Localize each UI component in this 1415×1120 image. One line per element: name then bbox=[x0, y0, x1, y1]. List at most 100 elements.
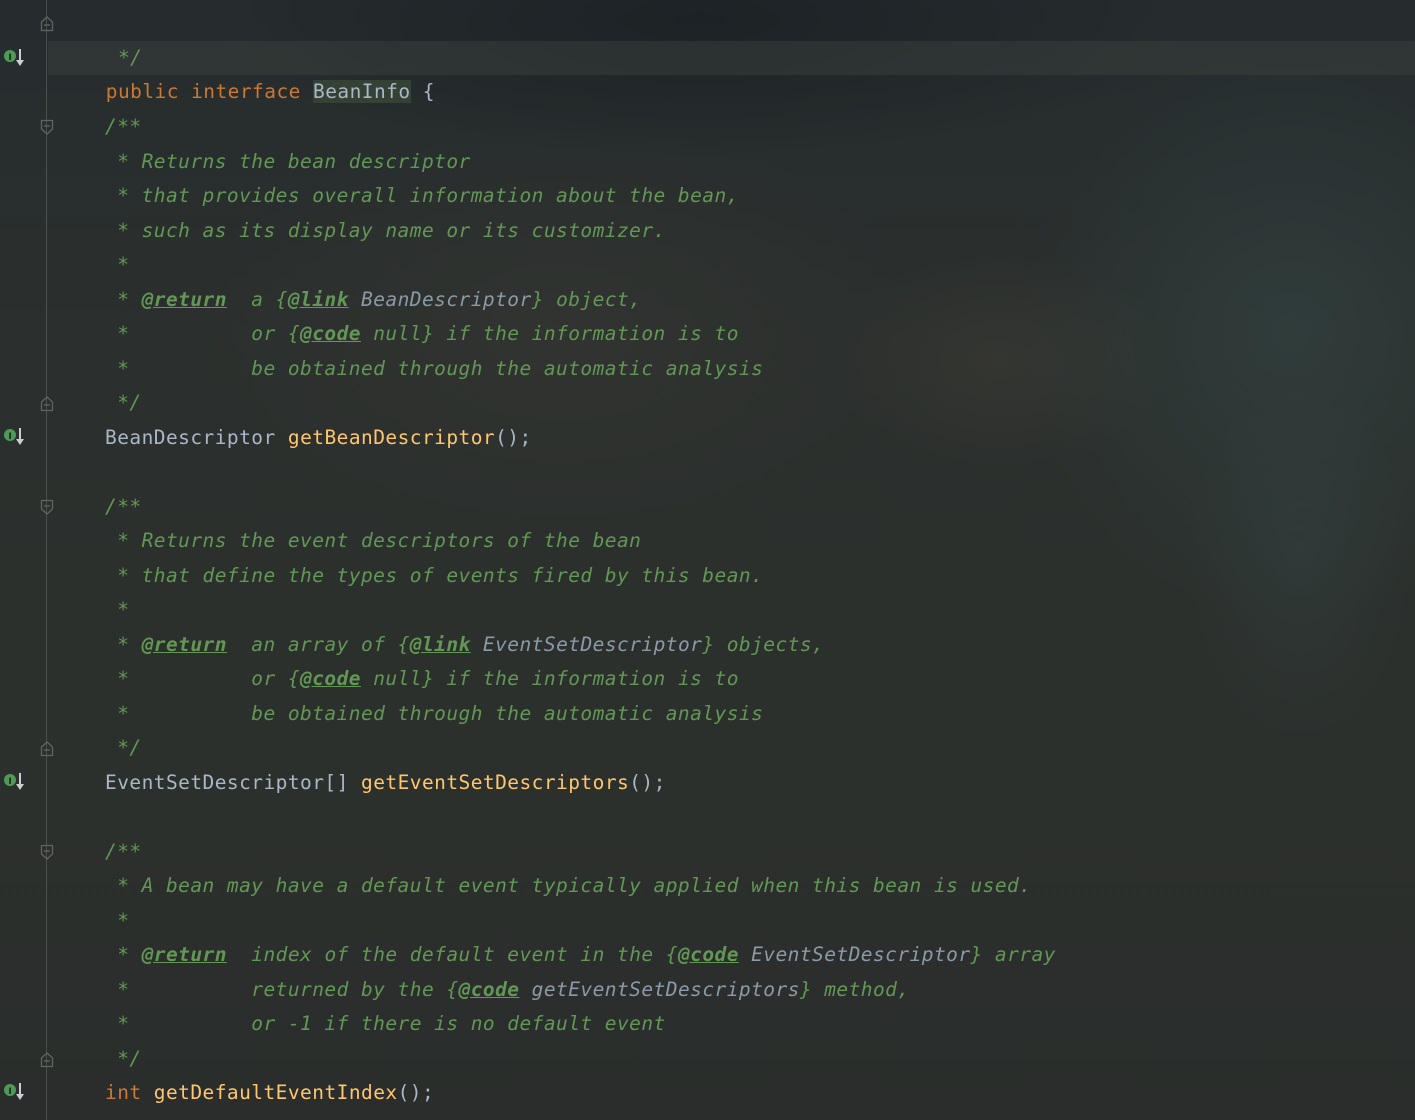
fold-end-icon[interactable] bbox=[40, 1050, 54, 1068]
doc-comment-line: /** bbox=[105, 490, 142, 524]
keyword-interface: interface bbox=[191, 80, 301, 103]
comment-text: * Returns the bean descriptor bbox=[105, 150, 471, 173]
javadoc-return-tag: @return bbox=[141, 288, 227, 311]
doc-comment-line: */ bbox=[105, 386, 142, 420]
comment-text: * bbox=[105, 633, 142, 656]
javadoc-code-tag: @code bbox=[300, 322, 361, 345]
doc-comment-line: * that provides overall information abou… bbox=[105, 179, 739, 213]
fold-end-icon[interactable] bbox=[40, 394, 54, 412]
interface-name[interactable]: BeanInfo bbox=[313, 80, 411, 103]
comment-text: index of the default event in the { bbox=[226, 943, 678, 966]
javadoc-link-tag: @link bbox=[409, 633, 471, 656]
javadoc-code-tag: @code bbox=[458, 978, 520, 1001]
doc-comment-line: * @return a {@link BeanDescriptor} objec… bbox=[105, 283, 641, 317]
javadoc-reference: EventSetDescriptor bbox=[470, 633, 703, 656]
doc-comment-line: * A bean may have a default event typica… bbox=[105, 869, 1031, 903]
return-type[interactable]: EventSetDescriptor[] bbox=[105, 771, 349, 794]
doc-comment-line: * be obtained through the automatic anal… bbox=[105, 697, 763, 731]
svg-text:I: I bbox=[8, 1087, 11, 1097]
comment-text: an array of { bbox=[226, 633, 410, 656]
keyword-public: public bbox=[105, 80, 179, 103]
implemented-method-icon[interactable]: I bbox=[2, 426, 26, 448]
implemented-method-icon[interactable]: I bbox=[2, 771, 26, 793]
comment-text: * bbox=[105, 598, 130, 621]
doc-comment-line: * such as its display name or its custom… bbox=[105, 214, 666, 248]
method-tail: (); bbox=[629, 771, 666, 794]
open-brace: { bbox=[422, 80, 435, 103]
method-declaration: EventSetDescriptor[] getEventSetDescript… bbox=[105, 766, 666, 800]
doc-comment-line: /** bbox=[105, 110, 142, 144]
comment-text: * returned by the { bbox=[105, 978, 459, 1001]
javadoc-reference: EventSetDescriptor bbox=[738, 943, 971, 966]
comment-text: * such as its display name or its custom… bbox=[105, 219, 666, 242]
comment-text: * bbox=[105, 909, 130, 932]
code-editor[interactable]: */ public interface BeanInfo { /** * Ret… bbox=[0, 0, 1415, 1120]
comment-text: * that define the types of events fired … bbox=[105, 564, 764, 587]
fold-start-icon[interactable] bbox=[40, 119, 54, 137]
comment-text: * be obtained through the automatic anal… bbox=[105, 357, 764, 380]
comment-text: * bbox=[105, 943, 142, 966]
javadoc-return-tag: @return bbox=[141, 633, 227, 656]
doc-comment-line: /** bbox=[105, 835, 142, 869]
interface-declaration: public interface BeanInfo { bbox=[57, 41, 435, 103]
doc-comment-line: * Returns the event descriptors of the b… bbox=[105, 524, 641, 558]
comment-text: } array bbox=[970, 943, 1056, 966]
comment-text: * be obtained through the automatic anal… bbox=[105, 702, 764, 725]
fold-end-icon[interactable] bbox=[40, 14, 54, 32]
doc-comment-line: * bbox=[105, 904, 129, 938]
fold-start-icon[interactable] bbox=[40, 499, 54, 517]
comment-text: * or { bbox=[105, 322, 301, 345]
javadoc-reference: getEventSetDescriptors bbox=[519, 978, 800, 1001]
doc-comment-line: * bbox=[105, 593, 129, 627]
comment-text: } object, bbox=[531, 288, 642, 311]
doc-comment-line: * bbox=[105, 248, 129, 282]
fold-end-icon[interactable] bbox=[40, 739, 54, 757]
comment-text: /** bbox=[105, 115, 142, 138]
doc-comment-line: * be obtained through the automatic anal… bbox=[105, 352, 763, 386]
comment-text: * that provides overall information abou… bbox=[105, 184, 739, 207]
comment-text: /** bbox=[105, 495, 142, 518]
doc-comment-line: * or {@code null} if the information is … bbox=[105, 662, 739, 696]
doc-comment-line: * that define the types of events fired … bbox=[105, 559, 763, 593]
return-type: int bbox=[105, 1081, 142, 1104]
doc-comment-line: * or {@code null} if the information is … bbox=[105, 317, 739, 351]
javadoc-link-tag: @link bbox=[287, 288, 349, 311]
method-declaration: int getDefaultEventIndex(); bbox=[105, 1076, 434, 1110]
doc-comment-line: */ bbox=[105, 1042, 142, 1076]
method-declaration: BeanDescriptor getBeanDescriptor(); bbox=[105, 421, 532, 455]
javadoc-code-tag: @code bbox=[300, 667, 361, 690]
return-type[interactable]: BeanDescriptor bbox=[105, 426, 276, 449]
implemented-method-icon[interactable]: I bbox=[2, 47, 26, 69]
comment-text: null} if the information is to bbox=[361, 667, 739, 690]
comment-text: */ bbox=[105, 736, 142, 759]
doc-comment-line: * returned by the {@code getEventSetDesc… bbox=[105, 973, 910, 1007]
svg-text:I: I bbox=[8, 432, 11, 442]
doc-comment-line: */ bbox=[105, 731, 142, 765]
comment-text: null} if the information is to bbox=[361, 322, 739, 345]
javadoc-code-tag: @code bbox=[677, 943, 739, 966]
doc-comment-line: * @return an array of {@link EventSetDes… bbox=[105, 628, 824, 662]
doc-comment-line: * or -1 if there is no default event bbox=[105, 1007, 666, 1041]
method-name[interactable]: getBeanDescriptor bbox=[288, 426, 495, 449]
comment-text: } method, bbox=[799, 978, 910, 1001]
comment-text: /** bbox=[105, 840, 142, 863]
comment-text: * bbox=[105, 253, 130, 276]
javadoc-return-tag: @return bbox=[141, 943, 227, 966]
doc-comment-line: * @return index of the default event in … bbox=[105, 938, 1056, 972]
comment-text: */ bbox=[105, 391, 142, 414]
method-tail: (); bbox=[397, 1081, 435, 1104]
comment-text: } objects, bbox=[702, 633, 825, 656]
gutter-divider bbox=[46, 0, 47, 1120]
doc-comment-line: * Returns the bean descriptor bbox=[105, 145, 471, 179]
code-line: */ bbox=[57, 7, 142, 69]
svg-text:I: I bbox=[8, 777, 11, 787]
method-name[interactable]: getDefaultEventIndex bbox=[154, 1081, 398, 1104]
method-tail: (); bbox=[495, 426, 532, 449]
method-name[interactable]: getEventSetDescriptors bbox=[361, 771, 629, 794]
comment-text: * bbox=[105, 288, 142, 311]
comment-text: * Returns the event descriptors of the b… bbox=[105, 529, 642, 552]
fold-start-icon[interactable] bbox=[40, 844, 54, 862]
comment-text: a { bbox=[226, 288, 288, 311]
implemented-method-icon[interactable]: I bbox=[2, 1081, 26, 1103]
comment-text: */ bbox=[105, 1047, 142, 1070]
